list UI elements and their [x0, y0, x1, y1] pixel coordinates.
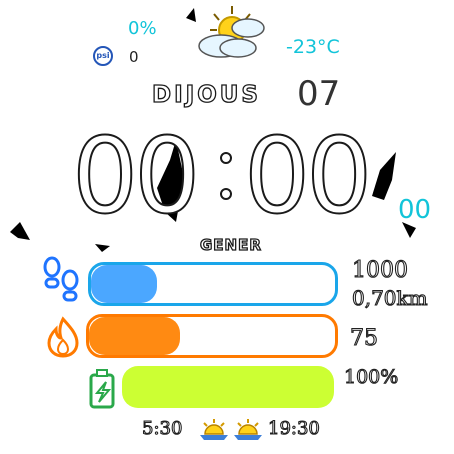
flame-icon — [47, 316, 79, 358]
calories-progress-fill — [89, 317, 181, 355]
steps-progress-bar — [88, 262, 338, 306]
steps-distance: 0,70km — [351, 285, 428, 310]
time-colon — [216, 148, 236, 208]
calories-progress-bar — [86, 314, 338, 358]
calories-value: 75 — [349, 325, 378, 351]
precipitation-percent: 0% — [128, 18, 157, 39]
sunrise-time: 5:30 — [141, 417, 183, 439]
battery-progress-bar — [122, 366, 334, 408]
month: GENER — [199, 235, 262, 254]
weather-partly-cloudy-icon — [198, 6, 265, 58]
sunset-time: 19:30 — [267, 417, 320, 439]
pressure-icon: psi — [93, 46, 113, 66]
battery-value: 100% — [343, 365, 399, 388]
footsteps-icon — [43, 256, 79, 302]
sunset-icon — [234, 419, 262, 440]
weekday: DIJOUS — [151, 81, 262, 108]
battery-charging-icon — [89, 369, 115, 409]
hours: 00 — [71, 115, 201, 237]
temperature: -23°C — [286, 36, 340, 58]
sunrise-icon — [200, 419, 228, 440]
steps-progress-fill — [91, 265, 157, 303]
day-of-month: 07 — [297, 74, 341, 114]
steps-goal: 1000 — [351, 257, 408, 283]
pressure-value: 0 — [129, 48, 139, 66]
minutes: 00 — [243, 115, 373, 237]
battery-progress-fill — [122, 366, 334, 408]
seconds: 00 — [398, 195, 432, 225]
